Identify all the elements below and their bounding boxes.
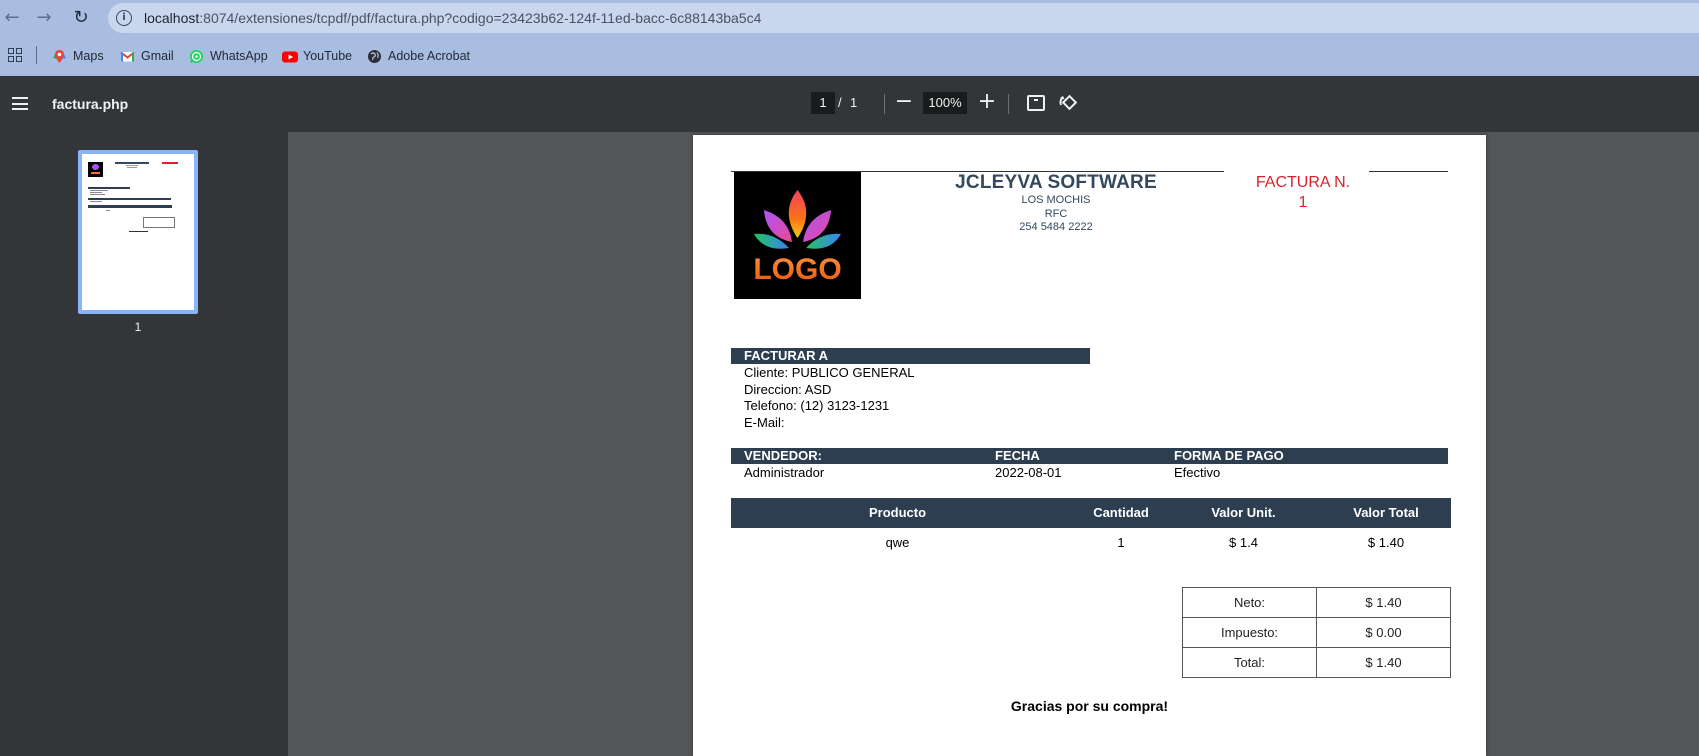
bookmark-label: YouTube (303, 49, 353, 63)
gmail-icon (120, 49, 135, 64)
client-email: E-Mail: (744, 415, 785, 430)
thumbnail-page-number: 1 (134, 320, 142, 334)
total-value: $ 1.40 (1316, 647, 1451, 678)
column-header-quantity: Cantidad (1093, 505, 1149, 520)
bookmark-label: Gmail (141, 49, 174, 63)
client-address: Direccion: ASD (744, 382, 832, 397)
logo-text: LOGO (753, 253, 841, 286)
company-logo: LOGO (734, 172, 861, 299)
items-table-header: Producto Cantidad Valor Unit. Valor Tota… (731, 498, 1451, 528)
site-info-icon[interactable]: i (116, 10, 132, 26)
reload-icon[interactable]: ↻ (69, 6, 93, 30)
bookmark-label: WhatsApp (210, 49, 268, 63)
bookmark-label: Maps (73, 49, 104, 63)
apps-grid-icon[interactable] (8, 48, 22, 62)
invoice-page: LOGO JCLEYVA SOFTWARE LOS MOCHIS RFC 254… (693, 135, 1486, 756)
total-label: Total: (1182, 647, 1317, 678)
maps-icon (52, 49, 67, 64)
company-rfc: RFC (1044, 207, 1068, 220)
page-thumbnail[interactable] (78, 150, 198, 314)
thumbnail-page-preview (82, 154, 194, 310)
bill-to-header: FACTURAR A (731, 348, 1090, 364)
cell-product: qwe (885, 535, 910, 550)
forward-arrow-icon[interactable]: → (32, 6, 56, 30)
column-header-product: Producto (868, 505, 927, 520)
header-rule (1369, 171, 1448, 172)
table-row: qwe 1 $ 1.4 $ 1.40 (731, 535, 1451, 555)
browser-address-bar: ← → ↻ i localhost:8074/extensiones/tcpdf… (0, 0, 1699, 36)
cell-total: $ 1.40 (1367, 535, 1405, 550)
bookmark-whatsapp[interactable]: WhatsApp (189, 46, 268, 66)
tax-value: $ 0.00 (1316, 617, 1451, 648)
toolbar-divider (884, 94, 885, 114)
payment-header: FORMA DE PAGO (1174, 448, 1284, 463)
invoice-label: FACTURA N. (1255, 174, 1351, 191)
totals-table: Neto: $ 1.40 Impuesto: $ 0.00 Total: $ 1… (1182, 587, 1451, 678)
column-header-unit-price: Valor Unit. (1211, 505, 1276, 520)
cell-quantity: 1 (1117, 535, 1125, 550)
bookmark-maps[interactable]: Maps (52, 46, 104, 66)
url-host: localhost (144, 10, 200, 26)
page-total: 1 (850, 95, 858, 110)
document-title: factura.php (52, 96, 129, 112)
payment-value: Efectivo (1174, 465, 1221, 480)
bookmarks-divider (36, 46, 37, 64)
zoom-in-icon[interactable]: + (975, 90, 999, 116)
company-name: JCLEYVA SOFTWARE (955, 172, 1157, 193)
bookmark-youtube[interactable]: YouTube (282, 46, 352, 66)
whatsapp-icon (189, 49, 204, 64)
company-info: JCLEYVA SOFTWARE LOS MOCHIS RFC 254 5484… (926, 172, 1186, 235)
invoice-number: 1 (1298, 194, 1308, 211)
client-name: Cliente: PUBLICO GENERAL (744, 365, 915, 380)
zoom-out-icon[interactable]: − (892, 90, 916, 116)
totals-row-tax: Impuesto: $ 0.00 (1182, 617, 1451, 648)
invoice-number-block: FACTURA N. 1 (1223, 173, 1383, 213)
net-value: $ 1.40 (1316, 587, 1451, 618)
thumbnail-sidebar: 1 (0, 132, 288, 756)
bookmark-label: Adobe Acrobat (388, 49, 471, 63)
date-value: 2022-08-01 (995, 465, 1062, 480)
url-path: :8074/extensiones/tcpdf/pdf/factura.php?… (199, 10, 762, 26)
page-number-input[interactable]: 1 (811, 92, 835, 114)
url-bar[interactable]: i localhost:8074/extensiones/tcpdf/pdf/f… (108, 3, 1699, 33)
url-text[interactable]: localhost:8074/extensiones/tcpdf/pdf/fac… (144, 10, 761, 26)
cell-unit-price: $ 1.4 (1229, 535, 1258, 550)
sale-info-header: VENDEDOR: FECHA FORMA DE PAGO (731, 448, 1448, 464)
client-phone: Telefono: (12) 3123-1231 (744, 398, 890, 413)
back-arrow-icon[interactable]: ← (0, 6, 24, 30)
totals-row-total: Total: $ 1.40 (1182, 647, 1451, 678)
globe-icon (367, 49, 382, 64)
menu-icon[interactable] (12, 97, 28, 110)
company-phone: 254 5484 2222 (1019, 221, 1093, 233)
date-header: FECHA (995, 448, 1040, 463)
zoom-level-input[interactable]: 100% (923, 92, 967, 114)
page-separator: / (838, 95, 842, 110)
totals-row-net: Neto: $ 1.40 (1182, 587, 1451, 618)
company-city: LOS MOCHIS (1021, 194, 1091, 206)
seller-header: VENDEDOR: (744, 448, 823, 463)
pdf-toolbar: factura.php 1 / 1 − 100% + (0, 76, 1699, 132)
toolbar-divider (1008, 94, 1009, 114)
youtube-icon (282, 49, 298, 64)
column-header-total: Valor Total (1353, 505, 1419, 520)
seller-value: Administrador (744, 465, 825, 480)
bookmark-adobe-acrobat[interactable]: Adobe Acrobat (367, 46, 470, 66)
thank-you-message: Gracias por su compra! (1010, 698, 1169, 714)
tax-label: Impuesto: (1182, 617, 1317, 648)
net-label: Neto: (1182, 587, 1317, 618)
bookmarks-bar: Maps Gmail WhatsApp YouTube Adobe Acroba… (0, 36, 1699, 76)
bookmark-gmail[interactable]: Gmail (120, 46, 174, 66)
rotate-icon[interactable] (1058, 93, 1078, 113)
fit-to-page-icon[interactable] (1027, 95, 1045, 111)
